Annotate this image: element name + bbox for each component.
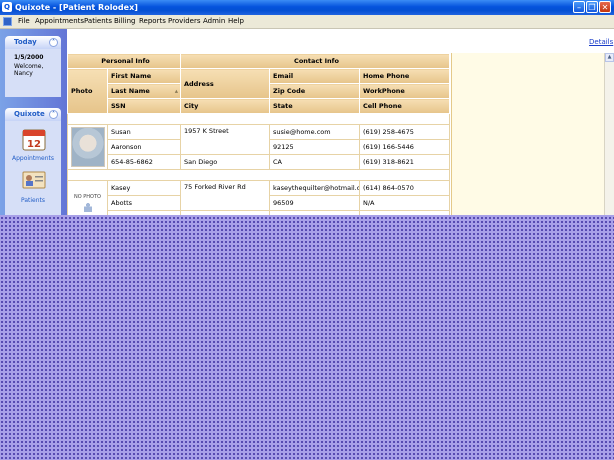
column-header-photo[interactable]: Photo [67, 68, 108, 114]
sidebar: Today ˄ 1/5/2000 Welcome, Nancy Quixote … [0, 29, 67, 215]
menu-bar: File Appointments Patients Billing Repor… [0, 15, 614, 29]
desktop-backdrop [0, 215, 614, 460]
collapse-chevron-icon[interactable]: ˄ [49, 38, 58, 47]
menu-appointments[interactable]: Appointments [35, 15, 84, 28]
sort-ascending-icon: ▴ [174, 87, 178, 95]
quixote-panel-title: Quixote [14, 110, 45, 118]
personal-info-header: Personal Info [67, 53, 181, 69]
rolodex-area: Personal Info Contact Info Photo First N… [66, 53, 614, 215]
first-name-cell[interactable]: Kasey [107, 180, 181, 196]
column-header-city[interactable]: City [180, 98, 270, 114]
email-cell[interactable]: kaseythequilter@hotmail.c... [269, 180, 360, 196]
menu-help[interactable]: Help [228, 15, 244, 28]
ssn-cell[interactable]: 654-85-6862 [107, 154, 181, 170]
application-window: Q Quixote - [Patient Rolodex] – ❐ ✕ File… [0, 0, 614, 215]
today-date: 1/5/2000 [14, 54, 44, 61]
scroll-up-icon[interactable]: ▲ [605, 53, 614, 62]
home-phone-cell[interactable]: (619) 258-4675 [358, 124, 451, 140]
column-header-state[interactable]: State [269, 98, 360, 114]
column-header-cell-phone[interactable]: Cell Phone [358, 98, 451, 114]
quixote-panel-header[interactable]: Quixote ˄ [5, 108, 61, 121]
minimize-icon[interactable]: – [573, 1, 585, 13]
column-header-address[interactable]: Address [180, 68, 270, 99]
vertical-scrollbar[interactable]: ▲ [604, 53, 614, 215]
menu-file[interactable]: File [18, 15, 30, 28]
document-icon[interactable] [3, 17, 12, 26]
menu-patients[interactable]: Patients [84, 15, 112, 28]
city-cell[interactable]: San Diego [180, 154, 270, 170]
home-phone-cell[interactable]: (614) 864-0570 [358, 180, 451, 196]
last-name-cell[interactable]: Abotts [107, 195, 181, 211]
today-panel-header[interactable]: Today ˄ [5, 36, 61, 49]
title-bar[interactable]: Q Quixote - [Patient Rolodex] – ❐ ✕ [0, 0, 614, 15]
row-spacer [66, 169, 451, 181]
menu-billing[interactable]: Billing [114, 15, 135, 28]
work-phone-cell[interactable]: (619) 166-5446 [358, 139, 451, 155]
window-title: Quixote - [Patient Rolodex] [15, 3, 138, 12]
first-name-cell[interactable]: Susan [107, 124, 181, 140]
content-area: Today ˄ 1/5/2000 Welcome, Nancy Quixote … [0, 29, 614, 215]
table-row[interactable]: NO PHOTO Kasey 75 Forked River Rd kaseyt… [67, 180, 451, 215]
contact-info-header: Contact Info [179, 53, 451, 69]
details-link[interactable]: Details [589, 38, 613, 46]
patient-grid: Personal Info Contact Info Photo First N… [66, 53, 452, 215]
calendar-icon-day: 12 [27, 139, 41, 150]
welcome-text: Welcome, Nancy [14, 63, 44, 77]
quixote-panel: 12 Appointments Patients [5, 121, 61, 215]
address-cell[interactable]: 75 Forked River Rd [180, 180, 270, 211]
table-row[interactable]: Susan 1957 K Street susie@home.com (619)… [67, 124, 451, 170]
column-header-ssn[interactable]: SSN [107, 98, 181, 114]
column-header-work-phone[interactable]: WorkPhone [358, 83, 451, 99]
today-panel: 1/5/2000 Welcome, Nancy [5, 49, 61, 97]
menu-providers[interactable]: Providers [168, 15, 200, 28]
column-header-last-name[interactable]: Last Name ▴ [107, 83, 181, 99]
patient-photo [70, 127, 105, 167]
restore-icon[interactable]: ❐ [586, 1, 598, 13]
nav-appointments-label[interactable]: Appointments [5, 155, 61, 162]
row-spacer [66, 113, 451, 125]
calendar-icon[interactable]: 12 [21, 127, 47, 151]
column-header-email[interactable]: Email [269, 68, 360, 84]
close-icon[interactable]: ✕ [599, 1, 611, 13]
patient-photo-cell[interactable]: NO PHOTO [67, 180, 108, 215]
column-header-home-phone[interactable]: Home Phone [358, 68, 451, 84]
email-cell[interactable]: susie@home.com [269, 124, 360, 140]
patient-card-icon[interactable] [21, 168, 47, 192]
zip-cell[interactable]: 92125 [269, 139, 360, 155]
patient-table: Personal Info Contact Info Photo First N… [66, 53, 451, 215]
nav-patients-label[interactable]: Patients [5, 197, 61, 204]
column-header-zip[interactable]: Zip Code [269, 83, 360, 99]
app-icon: Q [2, 2, 12, 12]
zip-cell[interactable]: 96509 [269, 195, 360, 211]
patient-photo-cell[interactable] [67, 124, 108, 170]
address-cell[interactable]: 1957 K Street [180, 124, 270, 155]
column-header-first-name[interactable]: First Name [107, 68, 181, 84]
no-photo-label: NO PHOTO [74, 194, 101, 200]
last-name-cell[interactable]: Aaronson [107, 139, 181, 155]
today-panel-title: Today [14, 38, 37, 46]
cell-phone-cell[interactable]: (619) 318-8621 [358, 154, 451, 170]
menu-admin[interactable]: Admin [203, 15, 225, 28]
collapse-chevron-icon[interactable]: ˄ [49, 110, 58, 119]
last-name-label: Last Name [111, 87, 150, 95]
table-row[interactable]: 654-85-6862 San Diego CA (619) 318-8621 [68, 154, 451, 170]
work-phone-cell[interactable]: N/A [358, 195, 451, 211]
state-cell[interactable]: CA [269, 154, 360, 170]
menu-reports[interactable]: Reports [139, 15, 166, 28]
person-placeholder-icon [83, 202, 92, 212]
